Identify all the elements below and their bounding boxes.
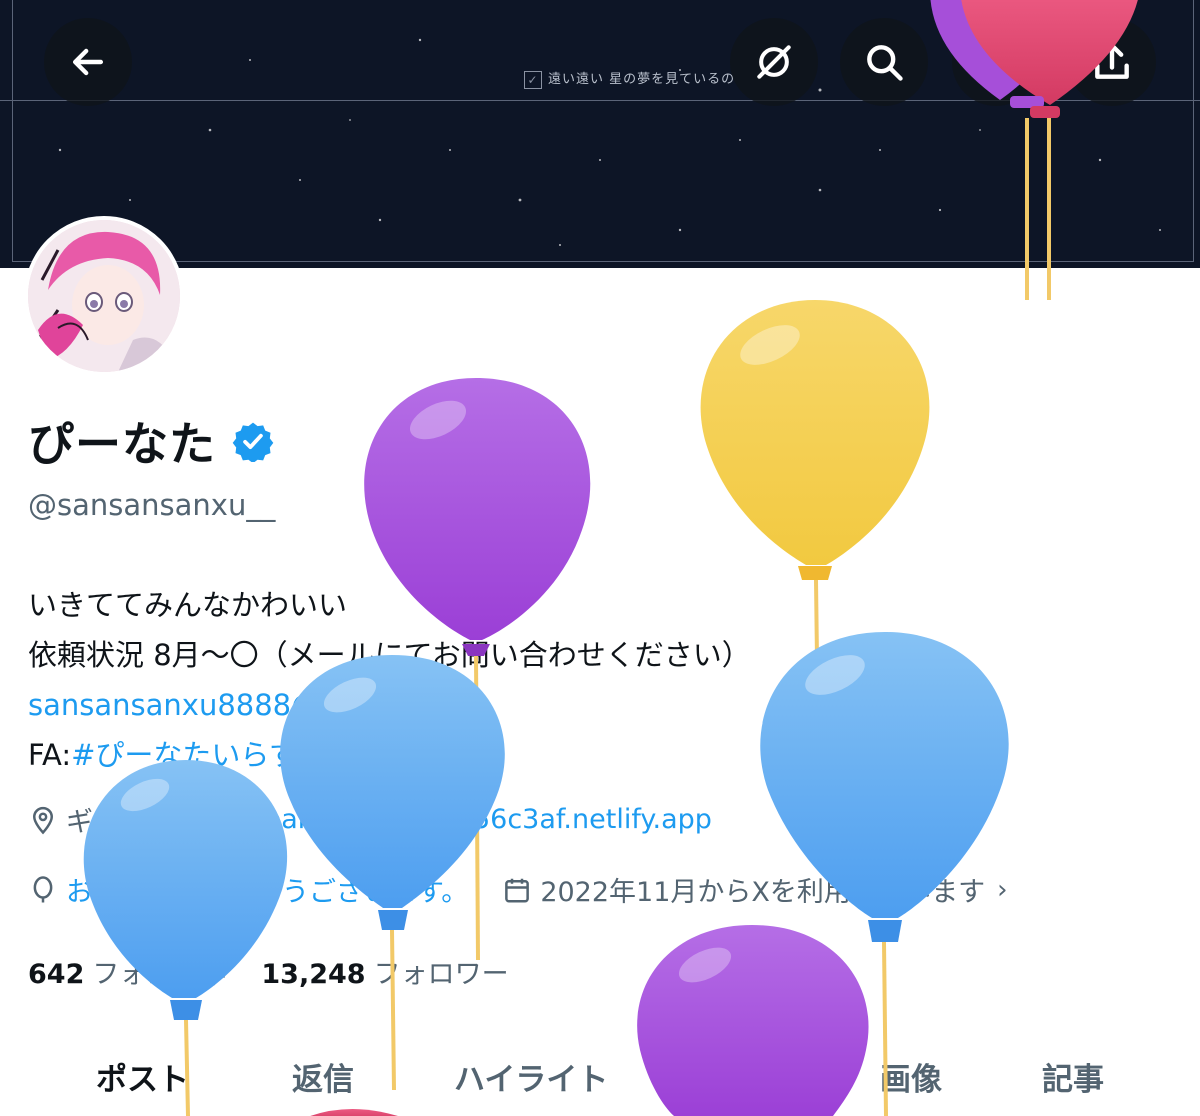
share-icon: [1095, 43, 1129, 79]
profile-tabs: ポスト 返信 ハイライト 動画 画像 記事: [0, 1040, 1200, 1116]
checkbox-icon: ✓: [524, 70, 542, 89]
banner-caption-text: 遠い遠い 星の夢を見ているの: [548, 72, 736, 87]
banner-divider: [0, 100, 1200, 101]
share-button[interactable]: [1068, 18, 1156, 106]
profile-meta-row: お誕生日おめでとうございます。 2022年11月からXを利用しています ›: [28, 870, 1007, 909]
tab-videos[interactable]: 動画: [718, 1054, 780, 1099]
location-text: ギャル区: [66, 807, 174, 838]
avatar[interactable]: [24, 216, 184, 376]
followers-link[interactable]: 13,248 フォロワー: [261, 952, 508, 991]
search-icon: [867, 45, 903, 81]
calendar-icon: [505, 878, 530, 902]
followers-count: 13,248: [261, 959, 366, 990]
following-link[interactable]: 642 フォロー中: [28, 952, 227, 991]
arrow-left-icon: [72, 48, 104, 76]
join-date[interactable]: 2022年11月からXを利用しています ›: [502, 870, 1007, 909]
back-button[interactable]: [44, 18, 132, 106]
pencil-icon: [981, 45, 1013, 77]
bio: いきててみんなかわいい 依頼状況 8月〜〇（メールにてお問い合わせください） s…: [28, 580, 751, 780]
verified-badge-icon[interactable]: [232, 420, 274, 462]
following-count: 642: [28, 959, 85, 990]
join-date-text: 2022年11月からXを利用しています: [540, 877, 986, 908]
tab-replies[interactable]: 返信: [292, 1054, 354, 1099]
avatar-illustration: [28, 220, 180, 372]
hashtag-link[interactable]: #ぴーなたいらすと: [71, 738, 327, 772]
website-link[interactable]: sparkly-piroshki-56c3af.netlify.app: [250, 804, 712, 835]
display-name: ぴーなた: [28, 408, 274, 474]
search-button[interactable]: [840, 18, 928, 106]
bio-line: FA:#ぴーなたいらすと: [28, 730, 751, 780]
bio-line: 依頼状況 8月〜〇（メールにてお問い合わせください）: [28, 638, 751, 672]
tab-images[interactable]: 画像: [880, 1054, 942, 1099]
user-handle: @sansansanxu__: [28, 488, 276, 522]
bio-line: いきててみんなかわいい: [28, 588, 348, 622]
location-pin-icon: [32, 806, 54, 834]
profile-meta-row: ギャル区 sparkly-piroshki-56c3af.netlify.app: [28, 800, 712, 839]
birthday-text: お誕生日おめでとうございます。: [66, 877, 469, 908]
tab-highlights[interactable]: ハイライト: [454, 1054, 608, 1099]
bio-email-link[interactable]: sansansanxu8888@gmail.com: [28, 680, 751, 730]
balloon-icon: [33, 875, 53, 902]
link-icon: [215, 808, 239, 831]
chevron-right-icon: ›: [997, 874, 1008, 905]
banner-caption: ✓ 遠い遠い 星の夢を見ているの: [524, 68, 735, 89]
tab-posts[interactable]: ポスト: [96, 1054, 189, 1099]
birthday: お誕生日おめでとうございます。: [28, 870, 468, 909]
website[interactable]: sparkly-piroshki-56c3af.netlify.app: [212, 804, 712, 835]
location: ギャル区: [28, 800, 174, 839]
edit-button[interactable]: [952, 18, 1040, 106]
bio-fa-prefix: FA:: [28, 738, 72, 772]
followers-label: フォロワー: [373, 959, 509, 990]
grok-icon: [757, 45, 791, 79]
display-name-text: ぴーなた: [28, 417, 216, 471]
follow-stats: 642 フォロー中 13,248 フォロワー: [28, 952, 509, 991]
tab-articles[interactable]: 記事: [1042, 1054, 1104, 1099]
grok-button[interactable]: [730, 18, 818, 106]
following-label: フォロー中: [92, 959, 228, 990]
